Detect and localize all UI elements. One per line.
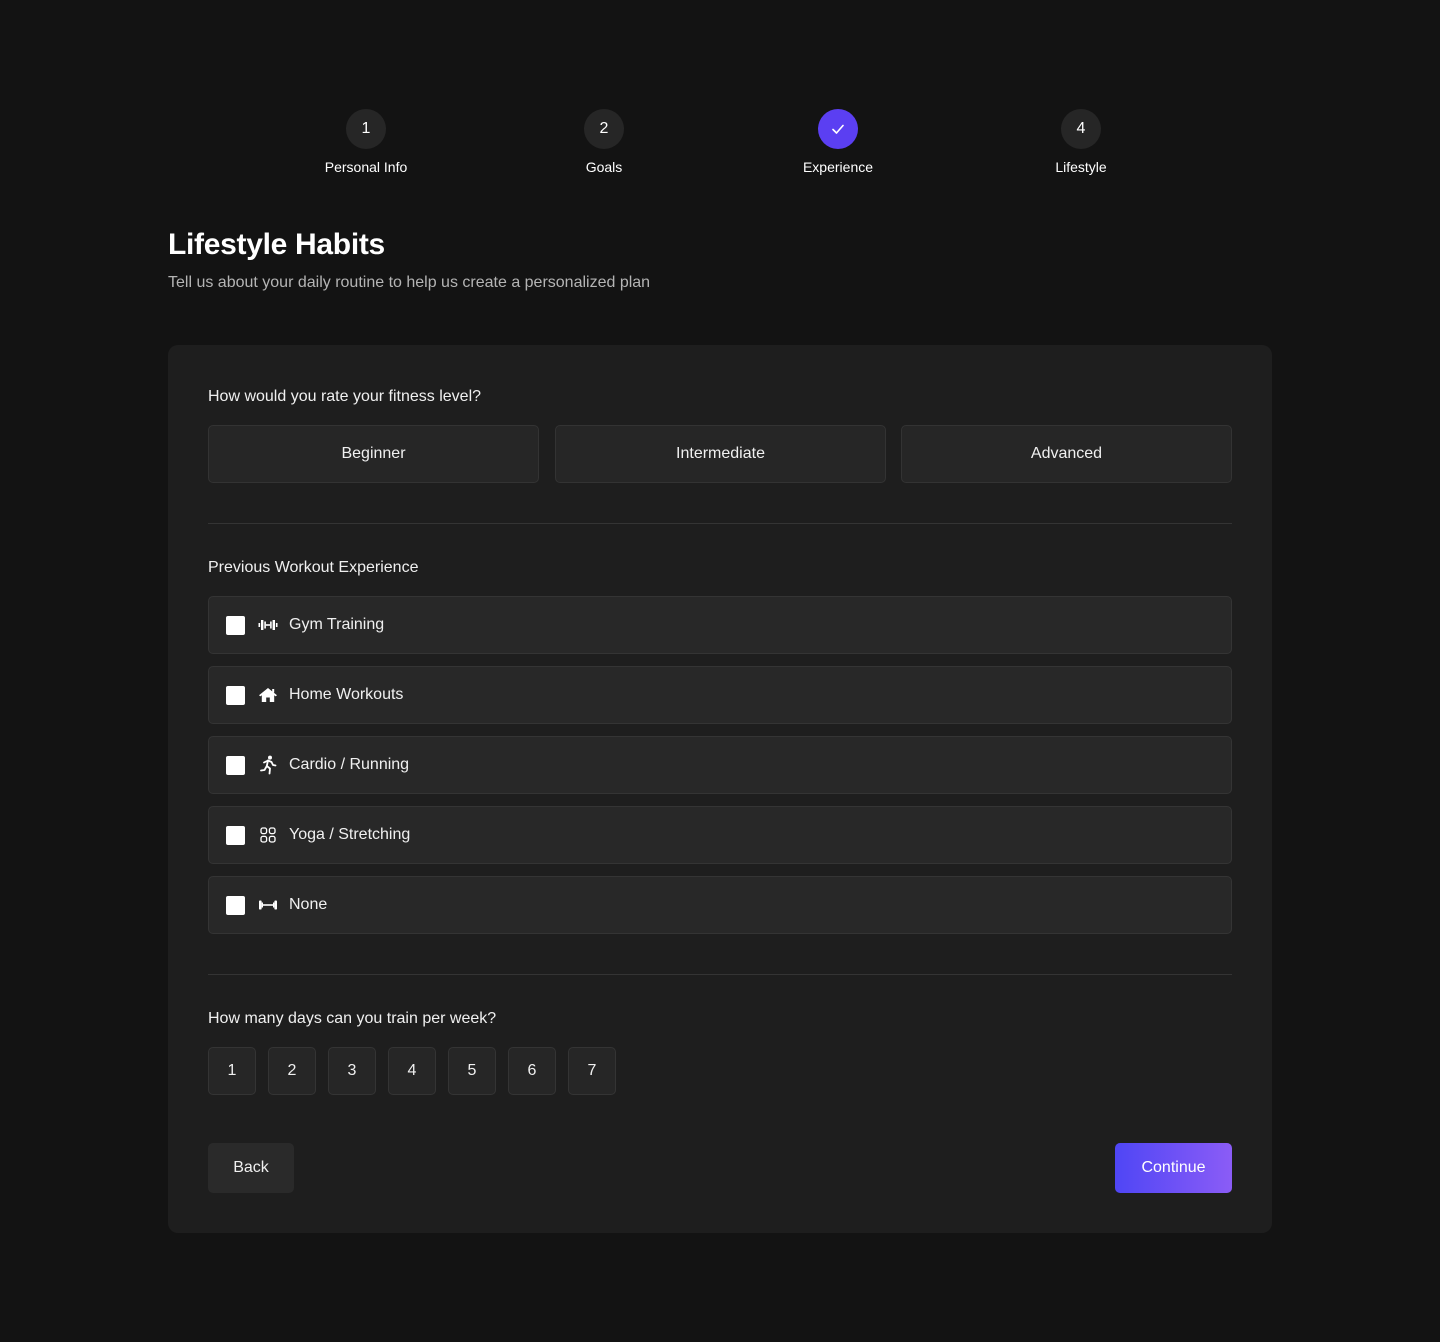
page-subtitle: Tell us about your daily routine to help… xyxy=(168,274,651,291)
experience-option-label: None xyxy=(289,896,328,913)
day-option-7[interactable]: 7 xyxy=(568,1047,616,1095)
day-option-4[interactable]: 4 xyxy=(388,1047,436,1095)
fitness-option-beginner[interactable]: Beginner xyxy=(208,425,539,483)
experience-option-cardio-running[interactable]: Cardio / Running xyxy=(208,736,1232,794)
dumbbell-icon xyxy=(258,615,278,635)
form-card: How would you rate your fitness level? B… xyxy=(168,345,1272,1233)
step-lifestyle[interactable]: 4 Lifestyle xyxy=(1001,109,1161,175)
checkbox[interactable] xyxy=(226,685,245,705)
workout-experience-question: Previous Workout Experience xyxy=(208,559,419,576)
step-label: Goals xyxy=(585,159,623,175)
fitness-level-question: How would you rate your fitness level? xyxy=(208,388,482,405)
checkbox[interactable] xyxy=(226,825,245,845)
experience-option-none[interactable]: None xyxy=(208,876,1232,934)
checkbox[interactable] xyxy=(226,895,245,915)
experience-option-label: Gym Training xyxy=(289,616,385,633)
fitness-option-intermediate[interactable]: Intermediate xyxy=(555,425,886,483)
experience-option-label: Home Workouts xyxy=(289,686,404,703)
training-days-question: How many days can you train per week? xyxy=(208,1010,497,1027)
checkbox[interactable] xyxy=(226,755,245,775)
step-number: 2 xyxy=(584,109,624,149)
day-option-2[interactable]: 2 xyxy=(268,1047,316,1095)
back-button[interactable]: Back xyxy=(208,1143,294,1193)
check-icon xyxy=(832,124,844,134)
step-number: 1 xyxy=(346,109,386,149)
section-divider xyxy=(208,974,1232,975)
experience-option-yoga-stretching[interactable]: Yoga / Stretching xyxy=(208,806,1232,864)
barbell-icon xyxy=(258,895,278,915)
checkbox[interactable] xyxy=(226,615,245,635)
step-label: Personal Info xyxy=(324,159,408,175)
experience-option-home-workouts[interactable]: Home Workouts xyxy=(208,666,1232,724)
running-icon xyxy=(258,755,278,775)
progress-stepper: 1 Personal Info 2 Goals Experience 4 Lif… xyxy=(0,109,1440,179)
day-option-6[interactable]: 6 xyxy=(508,1047,556,1095)
experience-option-label: Yoga / Stretching xyxy=(289,826,411,843)
day-option-1[interactable]: 1 xyxy=(208,1047,256,1095)
page-title: Lifestyle Habits xyxy=(168,228,385,261)
experience-option-label: Cardio / Running xyxy=(289,756,410,773)
continue-button[interactable]: Continue xyxy=(1115,1143,1232,1193)
step-experience[interactable]: Experience xyxy=(758,109,918,175)
home-icon xyxy=(258,685,278,705)
section-divider xyxy=(208,523,1232,524)
experience-option-gym-training[interactable]: Gym Training xyxy=(208,596,1232,654)
step-number: 4 xyxy=(1061,109,1101,149)
step-personal-info[interactable]: 1 Personal Info xyxy=(286,109,446,175)
step-completed-indicator xyxy=(818,109,858,149)
day-option-5[interactable]: 5 xyxy=(448,1047,496,1095)
fitness-option-advanced[interactable]: Advanced xyxy=(901,425,1232,483)
step-goals[interactable]: 2 Goals xyxy=(524,109,684,175)
step-label: Lifestyle xyxy=(1055,159,1107,175)
day-option-3[interactable]: 3 xyxy=(328,1047,376,1095)
step-label: Experience xyxy=(802,159,874,175)
grid-icon xyxy=(258,825,278,845)
